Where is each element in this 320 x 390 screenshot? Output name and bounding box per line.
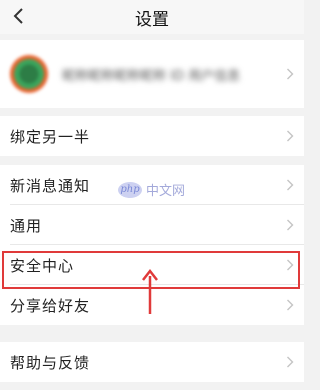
watermark: php 中文网 xyxy=(118,180,185,199)
help-group: 帮助与反馈 xyxy=(0,342,304,382)
help-feedback-label: 帮助与反馈 xyxy=(10,353,91,372)
chevron-right-icon xyxy=(287,299,294,311)
avatar xyxy=(10,55,48,93)
profile-group: 昵称昵称昵称昵称 ID 用户信息 xyxy=(0,40,304,108)
bind-partner-item[interactable]: 绑定另一半 xyxy=(0,116,304,156)
watermark-logo: php xyxy=(118,181,142,198)
chevron-right-icon xyxy=(287,68,294,80)
chevron-right-icon xyxy=(287,219,294,231)
general-item[interactable]: 通用 xyxy=(0,205,304,245)
chevron-right-icon xyxy=(287,356,294,368)
general-label: 通用 xyxy=(10,216,43,235)
chevron-right-icon xyxy=(287,179,294,191)
share-label: 分享给好友 xyxy=(10,296,91,315)
profile-name: 昵称昵称昵称昵称 ID 用户信息 xyxy=(62,68,241,84)
notifications-label: 新消息通知 xyxy=(10,176,91,195)
arrow-up-icon xyxy=(142,268,158,314)
bind-group: 绑定另一半 xyxy=(0,116,304,156)
navbar: 设置 xyxy=(0,0,304,34)
chevron-right-icon xyxy=(287,130,294,142)
page-title: 设置 xyxy=(135,10,169,30)
profile-row[interactable]: 昵称昵称昵称昵称 ID 用户信息 xyxy=(0,40,304,108)
help-feedback-item[interactable]: 帮助与反馈 xyxy=(0,342,304,382)
watermark-text: 中文网 xyxy=(146,184,186,199)
bind-partner-label: 绑定另一半 xyxy=(10,127,91,146)
